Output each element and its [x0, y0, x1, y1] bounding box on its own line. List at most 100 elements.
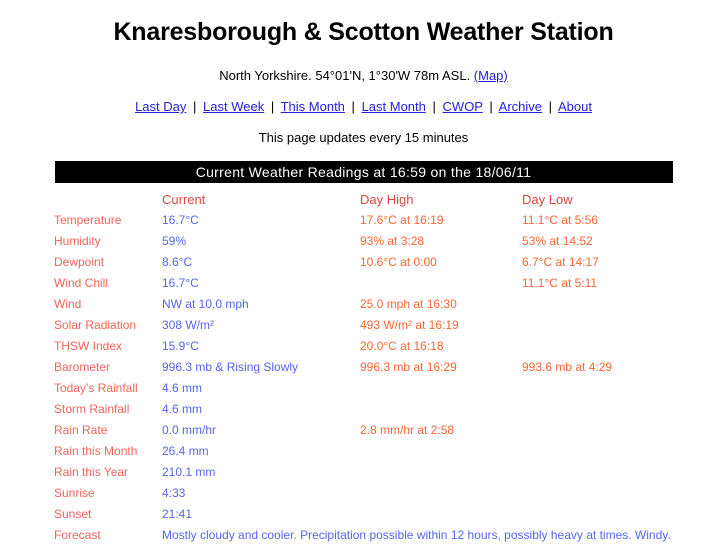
row-day-low-value	[522, 462, 671, 483]
update-frequency-note: This page updates every 15 minutes	[258, 130, 469, 145]
table-body: Temperature 16.7°C 17.6°C at 16:19 11.1°C a…	[54, 210, 671, 546]
row-day-high-value: 10.6°C at 0:00	[360, 255, 437, 269]
row-label: Sunset	[54, 507, 92, 521]
row-label: Wind	[54, 297, 82, 311]
row-current-value: 4.6 mm	[162, 381, 203, 395]
row-label: Rain this Year	[54, 465, 129, 479]
page-title: Knaresborough & Scotton Weather Station	[113, 18, 614, 46]
row-current-value: 210.1 mm	[162, 465, 216, 479]
table-row: Humidity 59% 93% at 3:28 53% at 14:52	[54, 231, 671, 252]
row-label: Dewpoint	[54, 255, 105, 269]
row-label: Rain Rate	[54, 423, 108, 437]
row-day-low-value	[522, 336, 671, 357]
row-day-low-value	[522, 441, 671, 462]
row-label: Wind Chill	[54, 276, 109, 290]
row-day-high-value	[360, 462, 522, 483]
map-link[interactable]: (Map)	[474, 68, 508, 83]
table-row: Sunrise 4:33	[54, 483, 671, 504]
table-row: Storm Rainfall 4.6 mm	[54, 399, 671, 420]
row-current-value: 8.6°C	[162, 255, 193, 269]
column-header-blank	[54, 189, 162, 210]
nav-separator: |	[270, 99, 275, 114]
row-day-low-value: 53% at 14:52	[522, 234, 593, 248]
nav-link-about[interactable]: About	[558, 99, 592, 114]
row-day-low-value	[522, 504, 671, 525]
row-current-value: 4:33	[162, 486, 186, 500]
table-row: Temperature 16.7°C 17.6°C at 16:19 11.1°C a…	[54, 210, 671, 231]
row-current-value: 15.9°C	[162, 339, 199, 353]
table-row: Wind Chill 16.7°C 11.1°C at 5:11	[54, 273, 671, 294]
row-current-value: Mostly cloudy and cooler. Precipitation …	[162, 528, 671, 542]
nav-separator: |	[432, 99, 436, 114]
table-header-row: Current Day High Day Low	[54, 189, 671, 210]
location-line: North Yorkshire. 54°01'N, 1°30'W 78m ASL…	[0, 47, 727, 83]
row-day-low-value: 11.1°C at 5:56	[522, 213, 598, 227]
table-row: Today's Rainfall 4.6 mm	[54, 378, 671, 399]
nav-links: Last Day | Last Week | This Month | Last…	[0, 83, 727, 114]
nav-link-last-month[interactable]: Last Month	[362, 99, 426, 114]
nav-link-this-month[interactable]: This Month	[281, 99, 345, 114]
row-day-low-value: 11.1°C at 5:11	[522, 276, 598, 290]
row-current-value: 59%	[162, 234, 187, 248]
row-day-high-value: 20.0°C at 16:18	[360, 339, 444, 353]
current-readings-table: Current Day High Day Low Temperature 16.7…	[54, 189, 671, 546]
nav-link-cwop[interactable]: CWOP	[443, 99, 483, 114]
row-day-high-value: 25.0 mph at 16:30	[360, 297, 457, 311]
row-current-value: 26.4 mm	[162, 444, 209, 458]
table-row: Sunset 21:41	[54, 504, 671, 525]
row-day-high-value	[360, 378, 522, 399]
nav-separator: |	[489, 99, 493, 114]
table-header: Current Day High Day Low	[54, 189, 671, 210]
row-label: Humidity	[54, 234, 101, 248]
table-row: Barometer 996.3 mb & Rising Slowly 996.3 m…	[54, 357, 671, 378]
row-current-value: 996.3 mb & Rising Slowly	[162, 360, 299, 374]
row-day-high-value	[360, 273, 522, 294]
row-day-high-value: 17.6°C at 16:19	[360, 213, 444, 227]
row-day-low-value	[522, 378, 671, 399]
row-current-value: 21:41	[162, 507, 193, 521]
row-day-low-value	[522, 294, 671, 315]
table-row: Rain this Month 26.4 mm	[54, 441, 671, 462]
row-label: Sunrise	[54, 486, 95, 500]
table-row: Dewpoint 8.6°C 10.6°C at 0:00 6.7°C at 14:1…	[54, 252, 671, 273]
row-day-high-value: 93% at 3:28	[360, 234, 425, 248]
row-label: Solar Radiation	[54, 318, 137, 332]
row-label: Storm Rainfall	[54, 402, 130, 416]
nav-separator: |	[548, 99, 553, 114]
table-row: Forecast Mostly cloudy and cooler. Precip…	[54, 525, 671, 546]
nav-separator: |	[193, 99, 197, 114]
row-day-high-value	[360, 441, 522, 462]
row-label: Temperature	[54, 213, 122, 227]
table-row: Solar Radiation 308 W/m² 493 W/m² at 16:19	[54, 315, 671, 336]
row-current-value: 0.0 mm/hr	[162, 423, 217, 437]
row-day-low-value	[522, 483, 671, 504]
row-current-value: NW at 10.0 mph	[162, 297, 249, 311]
row-day-low-value	[522, 315, 671, 336]
column-header-day-low: Day Low	[522, 192, 573, 207]
row-label: THSW Index	[54, 339, 123, 353]
row-label: Today's Rainfall	[54, 381, 138, 395]
table-row: Wind NW at 10.0 mph 25.0 mph at 16:30	[54, 294, 671, 315]
row-day-low-value: 6.7°C at 14:17	[522, 255, 599, 269]
readings-title-bar: Current Weather Readings at 16:59 on the…	[54, 161, 673, 183]
row-day-high-value: 2.8 mm/hr at 2:58	[360, 423, 455, 437]
row-current-value: 16.7°C	[162, 213, 199, 227]
row-current-value: 308 W/m²	[162, 318, 215, 332]
nav-link-archive[interactable]: Archive	[499, 99, 542, 114]
row-day-high-value: 996.3 mb at 16:29	[360, 360, 457, 374]
row-day-high-value	[360, 399, 522, 420]
table-row: Rain this Year 210.1 mm	[54, 462, 671, 483]
nav-separator: |	[351, 99, 355, 114]
column-header-day-high: Day High	[360, 192, 414, 207]
row-label: Forecast	[54, 528, 101, 542]
location-text: North Yorkshire. 54°01'N, 1°30'W 78m ASL…	[219, 68, 471, 83]
table-row: THSW Index 15.9°C 20.0°C at 16:18	[54, 336, 671, 357]
nav-link-last-week[interactable]: Last Week	[203, 99, 264, 114]
row-current-value: 16.7°C	[162, 276, 199, 290]
weather-page: Knaresborough & Scotton Weather Station …	[0, 0, 727, 546]
row-day-high-value: 493 W/m² at 16:19	[360, 318, 459, 332]
row-day-low-value	[522, 420, 671, 441]
nav-link-last-day[interactable]: Last Day	[135, 99, 186, 114]
row-day-low-value	[522, 399, 671, 420]
row-day-high-value	[360, 504, 522, 525]
